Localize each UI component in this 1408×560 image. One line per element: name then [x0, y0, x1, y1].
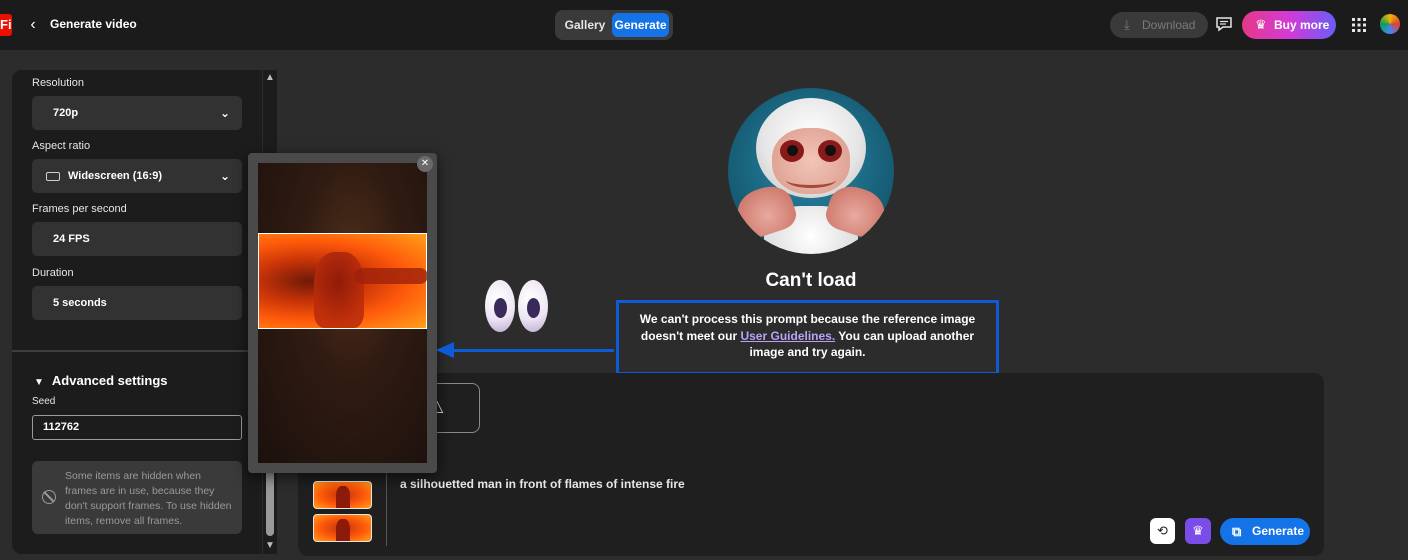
- scrollbar-thumb[interactable]: [266, 468, 274, 536]
- duration-select[interactable]: 5 seconds: [32, 286, 242, 320]
- chevron-down-icon: ▼: [34, 377, 44, 388]
- page-title: Generate video: [50, 17, 137, 31]
- resolution-label: Resolution: [32, 77, 84, 89]
- close-icon[interactable]: ✕: [417, 156, 433, 172]
- error-message-box: We can't process this prompt because the…: [616, 300, 999, 375]
- eyes-emoji-icon: [484, 280, 550, 332]
- notice-text: Some items are hidden when frames are in…: [65, 470, 232, 527]
- chevron-down-icon: ⌄: [219, 106, 230, 120]
- apps-grid-icon[interactable]: [1351, 17, 1367, 33]
- aspect-ratio-label: Aspect ratio: [32, 140, 91, 152]
- frame-preview-image: [258, 163, 427, 463]
- user-avatar[interactable]: [1380, 14, 1400, 34]
- buy-more-button[interactable]: ♛ Buy more: [1242, 11, 1336, 39]
- crop-region[interactable]: [258, 233, 427, 329]
- download-label: Download: [1142, 18, 1196, 32]
- panel-divider: [12, 350, 262, 352]
- prompt-divider: [386, 470, 387, 546]
- fps-label: Frames per second: [32, 203, 127, 215]
- mode-switch: Gallery Generate: [555, 10, 673, 40]
- seed-input[interactable]: 112762: [32, 415, 242, 440]
- history-button[interactable]: ⟲: [1150, 518, 1175, 544]
- generate-icon: ⧉: [1232, 524, 1242, 539]
- advanced-settings-label: Advanced settings: [51, 373, 168, 388]
- generate-button[interactable]: ⧉ Generate: [1220, 518, 1310, 545]
- hidden-items-notice: Some items are hidden when frames are in…: [32, 461, 242, 534]
- tab-gallery[interactable]: Gallery: [559, 13, 611, 37]
- duration-label: Duration: [32, 267, 74, 279]
- resolution-value: 720p: [53, 107, 79, 119]
- blocked-icon: [42, 490, 56, 504]
- last-frame-thumbnail[interactable]: [313, 514, 372, 542]
- aspect-ratio-select[interactable]: Widescreen (16:9) ⌄: [32, 159, 242, 193]
- duration-value: 5 seconds: [53, 297, 107, 309]
- first-frame-thumbnail[interactable]: [313, 481, 372, 509]
- back-button[interactable]: ‹: [26, 14, 40, 36]
- generate-label: Generate: [1252, 524, 1305, 538]
- feedback-icon[interactable]: [1215, 15, 1233, 33]
- fps-value: 24 FPS: [53, 233, 90, 245]
- annotation-arrow-head: [436, 342, 454, 358]
- scroll-up-icon[interactable]: ▲: [265, 72, 275, 83]
- chevron-down-icon: ⌄: [219, 169, 230, 183]
- buy-more-label: Buy more: [1274, 18, 1330, 32]
- annotation-arrow-line: [452, 349, 614, 352]
- user-guidelines-link[interactable]: User Guidelines.: [740, 329, 835, 343]
- top-bar: Fi ‹ Generate video Gallery Generate ⤓ D…: [0, 0, 1408, 50]
- tab-generate[interactable]: Generate: [612, 13, 669, 37]
- fps-select[interactable]: 24 FPS: [32, 222, 242, 256]
- app-logo[interactable]: Fi: [0, 14, 12, 36]
- crown-icon: ♛: [1255, 17, 1267, 32]
- premium-button[interactable]: ♛: [1185, 518, 1211, 544]
- cant-load-illustration: [728, 88, 894, 254]
- seed-label: Seed: [32, 396, 56, 407]
- scroll-down-icon[interactable]: ▼: [265, 540, 275, 551]
- aspect-ratio-value: Widescreen (16:9): [68, 170, 163, 182]
- widescreen-icon: [46, 171, 60, 181]
- resolution-select[interactable]: 720p ⌄: [32, 96, 242, 130]
- prompt-input[interactable]: a silhouetted man in front of flames of …: [400, 477, 685, 491]
- error-title: Can't load: [765, 270, 857, 291]
- error-message: We can't process this prompt because the…: [635, 311, 980, 361]
- crown-icon: ♛: [1192, 523, 1204, 538]
- history-icon: ⟲: [1157, 523, 1168, 538]
- advanced-settings-toggle[interactable]: ▼ Advanced settings: [34, 373, 168, 388]
- download-button[interactable]: ⤓ Download: [1110, 12, 1208, 38]
- download-icon: ⤓: [1124, 17, 1130, 32]
- frame-preview-popup: ✕: [248, 153, 437, 473]
